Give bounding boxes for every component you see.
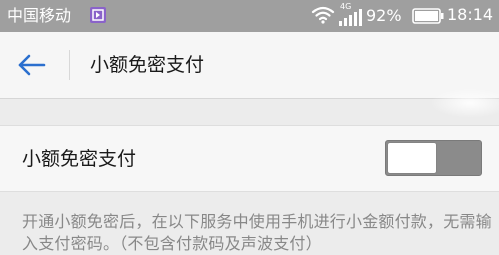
back-arrow-icon bbox=[18, 54, 46, 76]
signal-icon bbox=[338, 9, 362, 30]
status-bar: 中国移动 4G 92% 18:14 bbox=[0, 0, 499, 32]
small-amount-payment-toggle[interactable] bbox=[385, 140, 482, 176]
setting-label: 小额免密支付 bbox=[22, 148, 137, 170]
back-button[interactable] bbox=[16, 51, 50, 79]
carrier-app-icon bbox=[90, 7, 106, 23]
clock: 18:14 bbox=[447, 5, 494, 24]
battery-icon bbox=[412, 8, 444, 28]
carrier-name: 中国移动 bbox=[7, 6, 72, 25]
battery-percent: 92% bbox=[366, 6, 402, 25]
setting-description: 开通小额免密后，在以下服务中使用手机进行小金额付款，无需输入支付密码。（不包含付… bbox=[22, 212, 492, 253]
setting-row-small-amount-payment[interactable]: 小额免密支付 bbox=[0, 125, 499, 192]
title-divider bbox=[69, 50, 70, 80]
page-title: 小额免密支付 bbox=[90, 54, 205, 76]
title-bar: 小额免密支付 bbox=[0, 32, 499, 99]
wifi-icon bbox=[311, 6, 335, 28]
toggle-knob[interactable] bbox=[388, 143, 436, 173]
